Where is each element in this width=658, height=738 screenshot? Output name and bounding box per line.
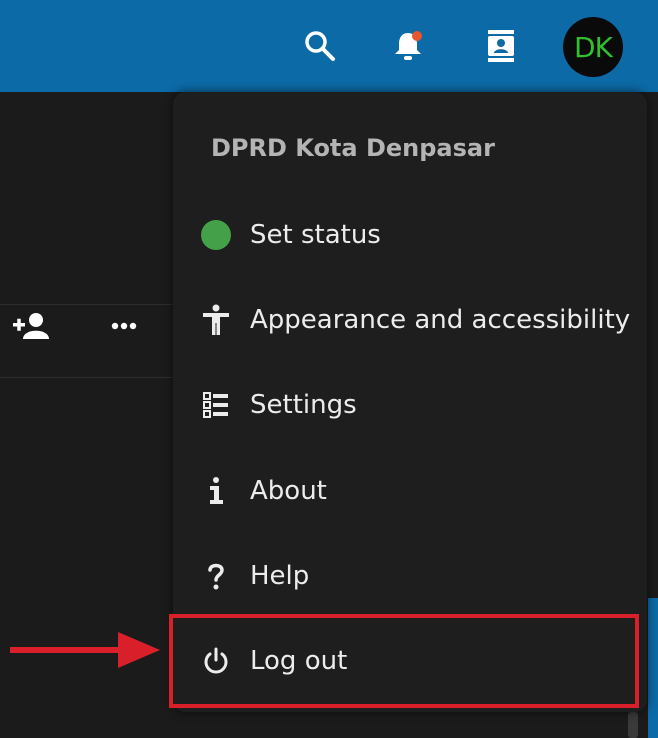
menu-item-settings[interactable]: Settings bbox=[173, 370, 647, 440]
accessibility-icon bbox=[199, 304, 233, 336]
divider bbox=[0, 304, 175, 305]
annotation-arrow-icon bbox=[10, 630, 162, 670]
divider bbox=[0, 377, 175, 378]
add-user-icon[interactable] bbox=[12, 312, 50, 340]
scrollbar[interactable] bbox=[628, 712, 638, 738]
help-icon bbox=[199, 560, 233, 592]
background-strip bbox=[648, 598, 658, 738]
settings-list-icon bbox=[199, 389, 233, 421]
info-icon bbox=[199, 475, 233, 507]
avatar-initials: DK bbox=[574, 30, 613, 64]
menu-item-appearance[interactable]: Appearance and accessibility bbox=[173, 285, 647, 355]
logout-highlight-box bbox=[169, 614, 639, 708]
menu-item-label: Help bbox=[250, 561, 310, 591]
contacts-icon[interactable] bbox=[481, 26, 521, 66]
bell-icon[interactable] bbox=[388, 26, 428, 66]
menu-item-set-status[interactable]: Set status bbox=[173, 200, 647, 270]
menu-item-label: Settings bbox=[250, 390, 357, 420]
status-dot-icon bbox=[199, 219, 233, 251]
top-header-bar: DK bbox=[0, 0, 658, 92]
menu-item-label: Appearance and accessibility bbox=[250, 305, 631, 335]
search-icon[interactable] bbox=[300, 26, 340, 66]
menu-item-about[interactable]: About bbox=[173, 456, 647, 526]
menu-item-label: About bbox=[250, 476, 327, 506]
menu-item-help[interactable]: Help bbox=[173, 541, 647, 611]
user-avatar[interactable]: DK bbox=[563, 17, 623, 77]
notification-dot bbox=[412, 31, 422, 41]
menu-item-label: Set status bbox=[250, 220, 381, 250]
user-display-name: DPRD Kota Denpasar bbox=[211, 134, 495, 162]
more-dots-icon[interactable] bbox=[110, 318, 140, 334]
